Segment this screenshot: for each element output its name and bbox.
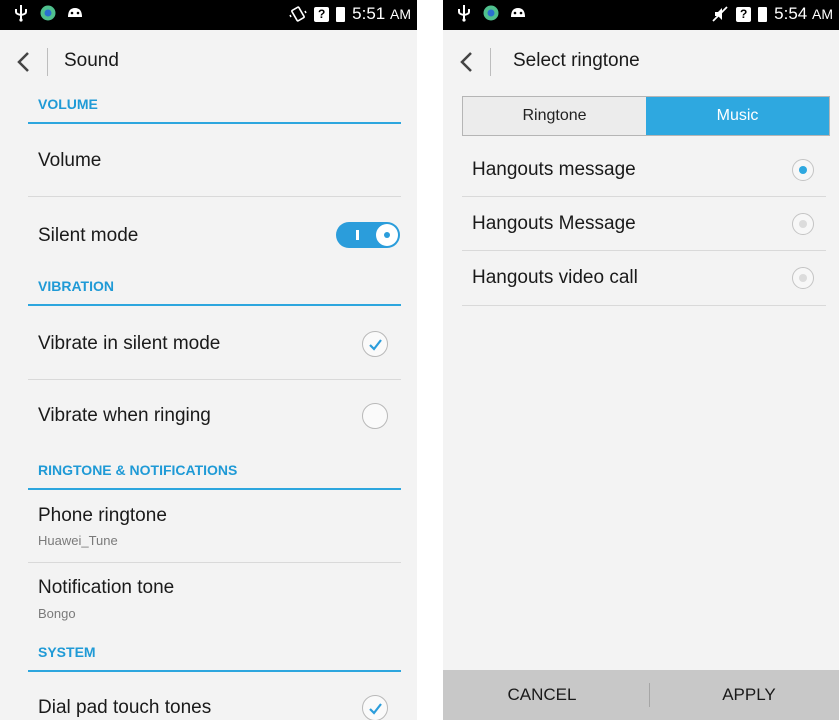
status-time: 5:54 AM xyxy=(774,4,833,23)
vibrate-ringing-checkbox[interactable] xyxy=(362,403,388,429)
apply-button[interactable]: APPLY xyxy=(650,670,839,720)
divider xyxy=(462,196,826,197)
divider xyxy=(28,379,401,380)
check-icon xyxy=(369,703,382,715)
status-bar: ? 5:51 AM xyxy=(0,0,417,30)
status-time: 5:51 AM xyxy=(352,4,411,23)
app-icon xyxy=(482,4,500,22)
divider xyxy=(28,196,401,197)
app-bar-divider xyxy=(490,48,491,76)
radio-hangouts-video-call[interactable] xyxy=(792,267,814,289)
back-chevron-icon[interactable] xyxy=(453,48,481,76)
silent-mode-toggle[interactable] xyxy=(336,222,400,248)
vibrate-silent-item[interactable]: Vibrate in silent mode xyxy=(38,333,220,355)
section-header-vibration: VIBRATION xyxy=(28,274,401,306)
battery-icon xyxy=(336,6,346,22)
app-bar: Sound xyxy=(0,30,417,92)
divider xyxy=(28,562,401,563)
app-bar: Select ringtone xyxy=(443,30,839,92)
android-icon xyxy=(509,4,527,22)
silent-mode-item[interactable]: Silent mode xyxy=(38,225,138,247)
battery-icon xyxy=(758,6,768,22)
cancel-button[interactable]: CANCEL xyxy=(443,670,641,720)
notification-tone-value: Bongo xyxy=(38,606,76,621)
sound-settings-screen: ? 5:51 AM Sound VOLUME Volume Silent mod… xyxy=(0,0,417,720)
vibrate-icon xyxy=(289,5,307,23)
usb-icon xyxy=(455,4,473,22)
sim-icon: ? xyxy=(736,6,752,22)
option-hangouts-message[interactable]: Hangouts message xyxy=(472,159,636,181)
status-bar: ? 5:54 AM xyxy=(443,0,839,30)
app-icon xyxy=(39,4,57,22)
phone-ringtone-value: Huawei_Tune xyxy=(38,533,118,548)
page-title: Sound xyxy=(64,50,119,71)
section-header-system: SYSTEM xyxy=(28,640,401,672)
app-bar-divider xyxy=(47,48,48,76)
action-bar: CANCEL APPLY xyxy=(443,670,839,720)
volume-item[interactable]: Volume xyxy=(38,150,101,172)
dial-pad-tones-item[interactable]: Dial pad touch tones xyxy=(38,697,211,719)
phone-ringtone-item[interactable]: Phone ringtone xyxy=(38,505,167,527)
vibrate-silent-checkbox[interactable] xyxy=(362,331,388,357)
divider xyxy=(462,305,826,306)
dial-pad-tones-checkbox[interactable] xyxy=(362,695,388,720)
back-chevron-icon[interactable] xyxy=(10,48,38,76)
ringtone-source-tabs: Ringtone Music xyxy=(462,96,830,136)
section-header-ringtone-notifications: RINGTONE & NOTIFICATIONS xyxy=(28,458,401,490)
android-icon xyxy=(66,4,84,22)
tab-ringtone[interactable]: Ringtone xyxy=(463,97,646,135)
page-title: Select ringtone xyxy=(513,50,640,71)
sim-icon: ? xyxy=(314,6,330,22)
mute-icon xyxy=(711,5,729,23)
radio-hangouts-message-2[interactable] xyxy=(792,213,814,235)
option-hangouts-video-call[interactable]: Hangouts video call xyxy=(472,267,638,289)
section-header-volume: VOLUME xyxy=(28,92,401,124)
notification-tone-item[interactable]: Notification tone xyxy=(38,577,174,599)
option-hangouts-message-2[interactable]: Hangouts Message xyxy=(472,213,636,235)
radio-hangouts-message[interactable] xyxy=(792,159,814,181)
check-icon xyxy=(369,339,382,351)
select-ringtone-screen: ? 5:54 AM Select ringtone Ringtone Music… xyxy=(443,0,839,720)
usb-icon xyxy=(12,4,30,22)
vibrate-ringing-item[interactable]: Vibrate when ringing xyxy=(38,405,211,427)
tab-music[interactable]: Music xyxy=(646,97,829,135)
divider xyxy=(462,250,826,251)
